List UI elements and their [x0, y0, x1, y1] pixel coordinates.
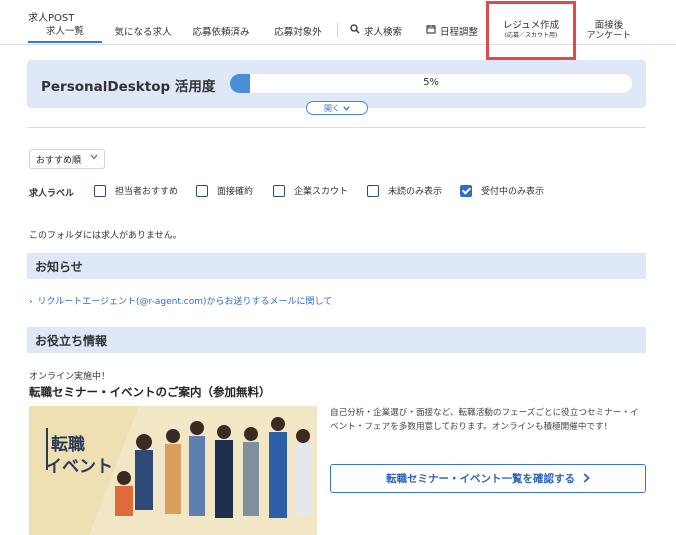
filter-recommended-label: 担当者おすすめ	[115, 187, 179, 197]
filter-open-only[interactable]: 受付中のみ表示	[460, 184, 544, 197]
tab-excluded[interactable]: 応募対象外	[262, 18, 334, 43]
filter-label: 求人ラベル	[29, 189, 75, 199]
empty-message: このフォルダには求人がありません。	[29, 231, 182, 241]
news-link-text: リクルートエージェント(@r-agent.com)からお送りするメールに関して	[37, 297, 333, 307]
tab-survey-label: 面接後	[594, 19, 624, 31]
checkbox[interactable]	[196, 184, 208, 197]
event-list-button[interactable]: 転職セミナー・イベント一覧を確認する	[330, 464, 646, 493]
page: 求人POST 求人一覧 気になる求人 応募依頼済み 応募対象外 求人検索 日程調…	[0, 0, 676, 535]
event-title: 転職セミナー・イベントのご案内（参加無料）	[29, 385, 271, 399]
event-description: 自己分析・企業選び・面接など、転職活動のフェーズごとに役立つセミナー・イベント・…	[330, 408, 639, 432]
news-link[interactable]: › リクルートエージェント(@r-agent.com)からお送りするメールに関し…	[29, 294, 332, 307]
banner-line2: イベント	[45, 457, 113, 477]
chevron-right-icon: ›	[29, 297, 33, 307]
tab-schedule-label: 日程調整	[439, 26, 478, 38]
event-banner-image[interactable]: 転職 イベント	[29, 406, 317, 535]
nav-divider	[337, 23, 338, 37]
filter-company-scout[interactable]: 企業スカウト	[273, 184, 348, 197]
sort-select[interactable]: おすすめ順	[29, 149, 105, 169]
expand-button-label: 開く	[324, 103, 340, 113]
tab-job-search-label: 求人検索	[363, 26, 402, 38]
filter-open-label: 受付中のみ表示	[481, 187, 545, 197]
tab-survey-sublabel: アンケート	[586, 30, 632, 41]
tab-favorites-label: 気になる求人	[114, 26, 172, 38]
checkbox[interactable]	[273, 184, 285, 197]
info-heading-text: お役立ち情報	[35, 333, 108, 348]
tab-favorites[interactable]: 気になる求人	[104, 18, 182, 43]
usage-percent: 5%	[423, 77, 439, 88]
usage-card: PersonalDesktop 活用度 5% 開く	[27, 60, 646, 115]
divider	[27, 127, 646, 128]
tab-survey[interactable]: 面接後 アンケート	[578, 18, 640, 43]
expand-button[interactable]: 開く	[306, 101, 368, 115]
tab-excluded-label: 応募対象外	[274, 26, 322, 38]
search-icon	[350, 24, 360, 37]
checkbox[interactable]	[94, 184, 106, 197]
chevron-down-icon	[343, 104, 350, 113]
chevron-down-icon	[90, 153, 98, 163]
info-heading: お役立ち情報	[27, 327, 646, 353]
tab-job-list[interactable]: 求人一覧	[28, 18, 102, 43]
filter-unread-label: 未読のみ表示	[388, 187, 443, 197]
news-heading-text: お知らせ	[35, 259, 83, 274]
filter-interview-label: 面接確約	[217, 187, 254, 197]
checkbox[interactable]	[367, 184, 379, 197]
highlight-box	[486, 1, 576, 60]
filter-scout-label: 企業スカウト	[294, 187, 349, 197]
calendar-icon	[426, 24, 436, 37]
filter-unread-only[interactable]: 未読のみ表示	[367, 184, 442, 197]
sort-select-value: おすすめ順	[36, 155, 82, 166]
tab-job-search[interactable]: 求人検索	[344, 18, 408, 43]
usage-progress-bar: 5%	[230, 74, 632, 93]
checkbox-checked[interactable]	[460, 184, 472, 197]
usage-title: PersonalDesktop 活用度	[41, 79, 216, 95]
tab-applied[interactable]: 応募依頼済み	[184, 18, 258, 43]
tab-job-list-label: 求人一覧	[45, 25, 84, 37]
filter-interview-guaranteed[interactable]: 面接確約	[196, 184, 253, 197]
chevron-right-icon	[583, 472, 590, 486]
filter-recommended[interactable]: 担当者おすすめ	[94, 184, 178, 197]
online-note: オンライン実施中！	[29, 372, 111, 382]
tab-schedule[interactable]: 日程調整	[420, 18, 484, 43]
event-list-button-label: 転職セミナー・イベント一覧を確認する	[386, 473, 575, 485]
tab-applied-label: 応募依頼済み	[192, 26, 250, 38]
news-heading: お知らせ	[27, 253, 646, 279]
